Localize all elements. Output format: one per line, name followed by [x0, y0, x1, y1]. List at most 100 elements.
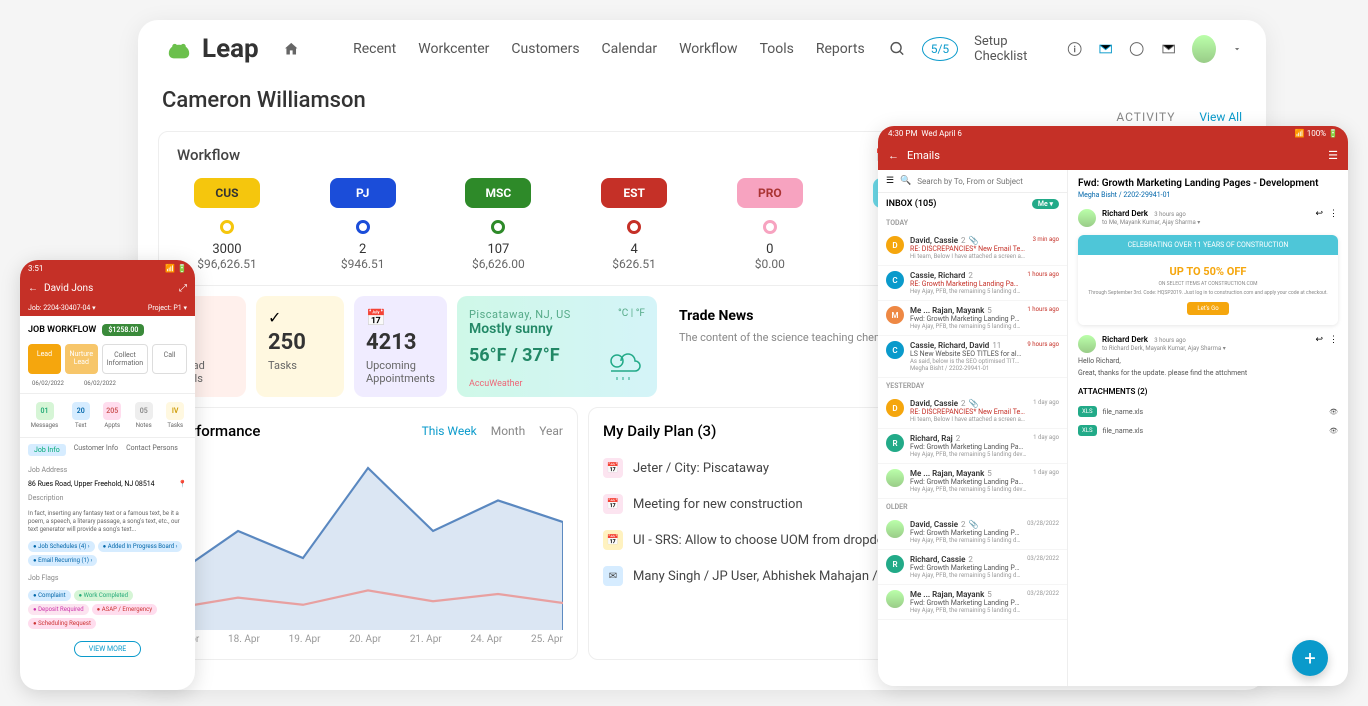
mobile-quick-icons: 01Messages 20Text 205Appts 05Notes IVTasks — [20, 393, 195, 438]
mobile-tab[interactable]: Collect Information — [102, 344, 148, 374]
search-input[interactable] — [917, 177, 1059, 186]
attachment-file[interactable]: XLSfile_name.xls👁 — [1078, 402, 1338, 421]
envelope-icon-2[interactable] — [1161, 40, 1176, 58]
workflow-stage-CUS[interactable]: CUS 3000 $96,626.51 — [177, 178, 277, 271]
fab-add-button[interactable]: + — [1292, 640, 1328, 676]
email-list-item[interactable]: M Me ... Rajan, Mayank 5 Fwd: Growth Mar… — [878, 301, 1067, 336]
view-more-button[interactable]: VIEW MORE — [74, 641, 142, 657]
stage-ring-icon — [763, 220, 777, 234]
mobile-subtab[interactable]: Job Info — [28, 444, 66, 456]
main-nav: Recent Workcenter Customers Calendar Workflo… — [353, 41, 865, 57]
nav-workflow[interactable]: Workflow — [679, 41, 738, 57]
mobile-chip[interactable]: ● Work Completed — [74, 590, 133, 601]
eye-icon[interactable]: 👁 — [1329, 427, 1338, 435]
email-list-item[interactable]: C Cassie, Richard, David 11 LS New Websi… — [878, 336, 1067, 378]
expand-icon[interactable]: ⤢ — [179, 283, 187, 294]
email-list-item[interactable]: R Richard, Cassie 2 Fwd: Growth Marketin… — [878, 550, 1067, 585]
search-icon[interactable] — [889, 39, 906, 59]
nav-customers[interactable]: Customers — [511, 41, 579, 57]
eye-icon[interactable]: 👁 — [1329, 408, 1338, 416]
mobile-tab[interactable]: Nurture Lead — [65, 344, 98, 374]
email-search[interactable]: ☰ 🔍 — [878, 170, 1067, 193]
mobile-chip[interactable]: ● ASAP / Emergency — [92, 604, 157, 615]
stat-card-check[interactable]: ✓ 250 Tasks — [256, 296, 344, 397]
mobile-project[interactable]: Project: P1 ▾ — [148, 304, 187, 312]
activity-view-all[interactable]: View All — [1199, 110, 1242, 124]
email-from: Richard, Cassie 2 — [910, 555, 1021, 564]
info-icon-2[interactable] — [1129, 40, 1144, 58]
stat-card-cal[interactable]: 📅 4213 Upcoming Appointments — [354, 296, 447, 397]
me-filter[interactable]: Me ▾ — [1032, 199, 1059, 209]
plan-text: Jeter / City: Piscataway — [633, 461, 769, 476]
setup-checklist-label[interactable]: Setup Checklist — [974, 34, 1050, 64]
email-list-item[interactable]: D David, Cassie 2 📎 RE: DISCREPANCIES* N… — [878, 231, 1067, 266]
email-preview: Hey Ajay, PFB, the remaining 5 landing d… — [910, 537, 1021, 544]
back-icon[interactable]: ← — [888, 149, 899, 162]
mobile-chip[interactable]: ● Deposit Required — [28, 604, 89, 615]
workflow-stage-EST[interactable]: EST 4 $626.51 — [584, 178, 684, 271]
stage-count: 107 — [487, 242, 509, 257]
email-subject: Fwd: Growth Marketing Landing Pages - De… — [910, 529, 1021, 537]
more-icon[interactable]: ⋮ — [1329, 209, 1338, 227]
workflow-stage-PJ[interactable]: PJ 2 $946.51 — [313, 178, 413, 271]
mobile-chip[interactable]: ● Job Schedules (4) › — [28, 541, 95, 552]
mobile-subtab[interactable]: Contact Persons — [126, 444, 178, 456]
mobile-quick-icon[interactable]: 20Text — [72, 402, 90, 429]
mobile-job-id[interactable]: Job: 2204-30407-04 ▾ — [28, 304, 96, 312]
email-list-item[interactable]: D David, Cassie 2 📎 RE: DISCREPANCIES* N… — [878, 394, 1067, 429]
email-preview: Hey Ajay, PFB, the remaining 5 landing d… — [910, 607, 1021, 614]
email-list-item[interactable]: Me ... Rajan, Mayank 5 Fwd: Growth Marke… — [878, 464, 1067, 499]
x-label: 21. Apr — [410, 634, 442, 645]
perf-tab-this-week[interactable]: This Week — [422, 424, 477, 438]
reply-icon[interactable]: ↩ — [1315, 209, 1323, 227]
email-list-item[interactable]: C Cassie, Richard 2 RE: Growth Marketing… — [878, 266, 1067, 301]
nav-tools[interactable]: Tools — [760, 41, 794, 57]
email-time: 1 day ago — [1033, 434, 1059, 458]
mobile-quick-icon[interactable]: IVTasks — [166, 402, 184, 429]
mobile-quick-icon[interactable]: 205Appts — [103, 402, 121, 429]
more-icon[interactable]: ⋮ — [1329, 335, 1338, 353]
perf-tab-year[interactable]: Year — [539, 424, 563, 438]
menu-icon[interactable]: ☰ — [886, 176, 894, 186]
msg-to[interactable]: to Richard Derk, Mayank Kumar, Ajay Shar… — [1102, 345, 1226, 352]
mobile-tab[interactable]: Call — [152, 344, 187, 374]
mobile-chip[interactable]: ● Email Recurring (1) › — [28, 555, 97, 566]
nav-reports[interactable]: Reports — [816, 41, 865, 57]
logo[interactable]: Leap — [162, 34, 259, 64]
mobile-chip[interactable]: ● Added In Progress Board › — [98, 541, 183, 552]
mobile-tab[interactable]: Lead — [28, 344, 61, 374]
weather-card[interactable]: Piscataway, NJ, US Mostly sunny 56°F / 3… — [457, 296, 657, 397]
attachment-file[interactable]: XLSfile_name.xls👁 — [1078, 421, 1338, 440]
mobile-quick-icon[interactable]: 01Messages — [31, 402, 59, 429]
chevron-down-icon[interactable] — [1232, 43, 1242, 55]
menu-icon[interactable]: ☰ — [1328, 149, 1338, 162]
weather-unit-toggle[interactable]: °C | °F — [618, 308, 645, 319]
pin-icon[interactable]: 📍 — [178, 480, 187, 488]
nav-recent[interactable]: Recent — [353, 41, 396, 57]
workflow-stage-PRO[interactable]: PRO 0 $0.00 — [720, 178, 820, 271]
msg-to[interactable]: to Me, Mayank Kumar, Ajay Sharma ▾ — [1102, 219, 1200, 226]
stage-count: 3000 — [212, 242, 241, 257]
workflow-stage-MSC[interactable]: MSC 107 $6,626.00 — [448, 178, 548, 271]
brand-name: Leap — [202, 34, 259, 64]
mobile-chip[interactable]: ● Scheduling Request — [28, 618, 96, 629]
avatar[interactable] — [1192, 35, 1216, 63]
promo-fine: Through September 3rd. Code: HQSP2019. J… — [1088, 290, 1328, 296]
email-list-item[interactable]: David, Cassie 2 📎 Fwd: Growth Marketing … — [878, 515, 1067, 550]
email-list-item[interactable]: Me ... Rajan, Mayank 5 Fwd: Growth Marke… — [878, 585, 1067, 620]
setup-progress[interactable]: 5/5 — [922, 37, 958, 61]
envelope-icon[interactable] — [1098, 40, 1113, 58]
perf-tab-month[interactable]: Month — [491, 424, 525, 438]
mobile-chip[interactable]: ● Complaint — [28, 590, 71, 601]
nav-calendar[interactable]: Calendar — [602, 41, 658, 57]
nav-workcenter[interactable]: Workcenter — [418, 41, 489, 57]
mobile-quick-icon[interactable]: 05Notes — [135, 402, 153, 429]
reply-icon[interactable]: ↩ — [1315, 335, 1323, 353]
stat-label: Upcoming Appointments — [366, 359, 435, 385]
info-icon[interactable] — [1067, 40, 1082, 58]
home-icon[interactable] — [283, 40, 299, 58]
back-icon[interactable]: ← — [28, 283, 38, 294]
email-list-item[interactable]: R Richard, Raj 2 Fwd: Growth Marketing L… — [878, 429, 1067, 464]
promo-cta-button[interactable]: Let's Go — [1187, 302, 1228, 315]
mobile-subtab[interactable]: Customer Info — [74, 444, 118, 456]
